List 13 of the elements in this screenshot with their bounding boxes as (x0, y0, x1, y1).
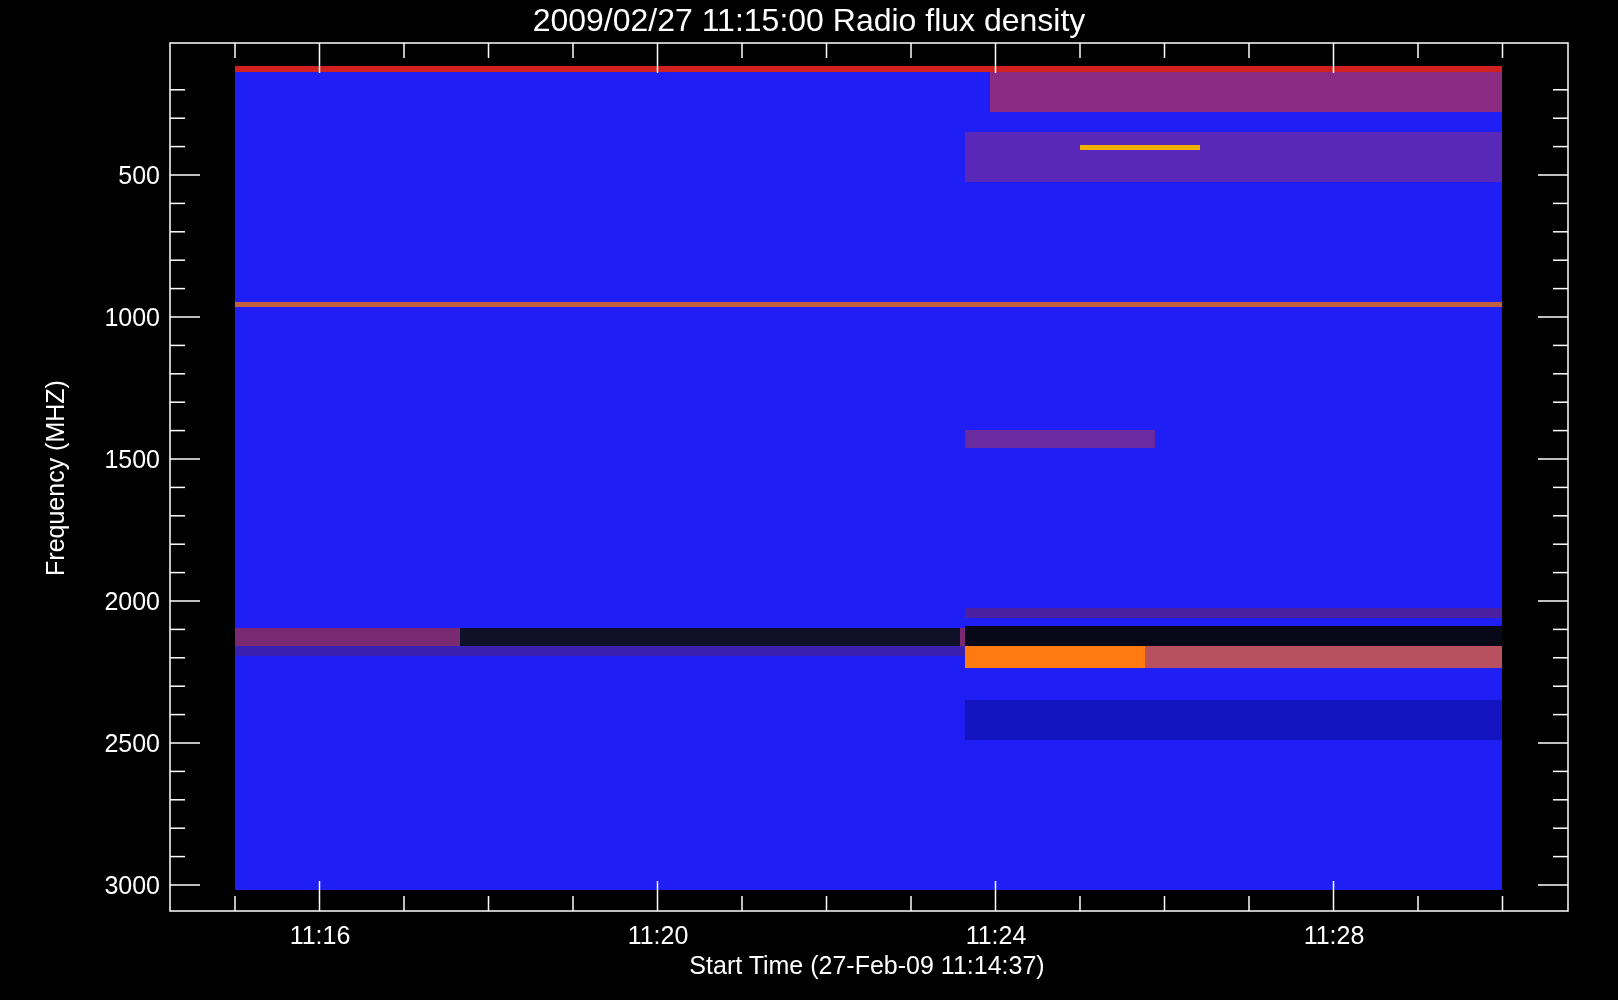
axis-tick-label: 3000 (104, 871, 160, 899)
axis-tick-label: 2000 (104, 587, 160, 615)
axis-tick-label: 1000 (104, 303, 160, 331)
axis-tick-label: 11:24 (965, 921, 1027, 949)
axis-tick-label: 11:20 (627, 921, 689, 949)
y-axis-title: Frequency (MHZ) (41, 380, 69, 576)
axis-tick-label: 500 (118, 161, 160, 189)
chart-title: 2009/02/27 11:15:00 Radio flux density (532, 2, 1086, 38)
axis-tick-label: 11:28 (1303, 921, 1365, 949)
x-axis-title: Start Time (27-Feb-09 11:14:37) (689, 951, 1045, 979)
axis-tick-label: 1500 (104, 445, 160, 473)
axis-tick-label: 11:16 (289, 921, 351, 949)
axis-tick-label: 2500 (104, 729, 160, 757)
